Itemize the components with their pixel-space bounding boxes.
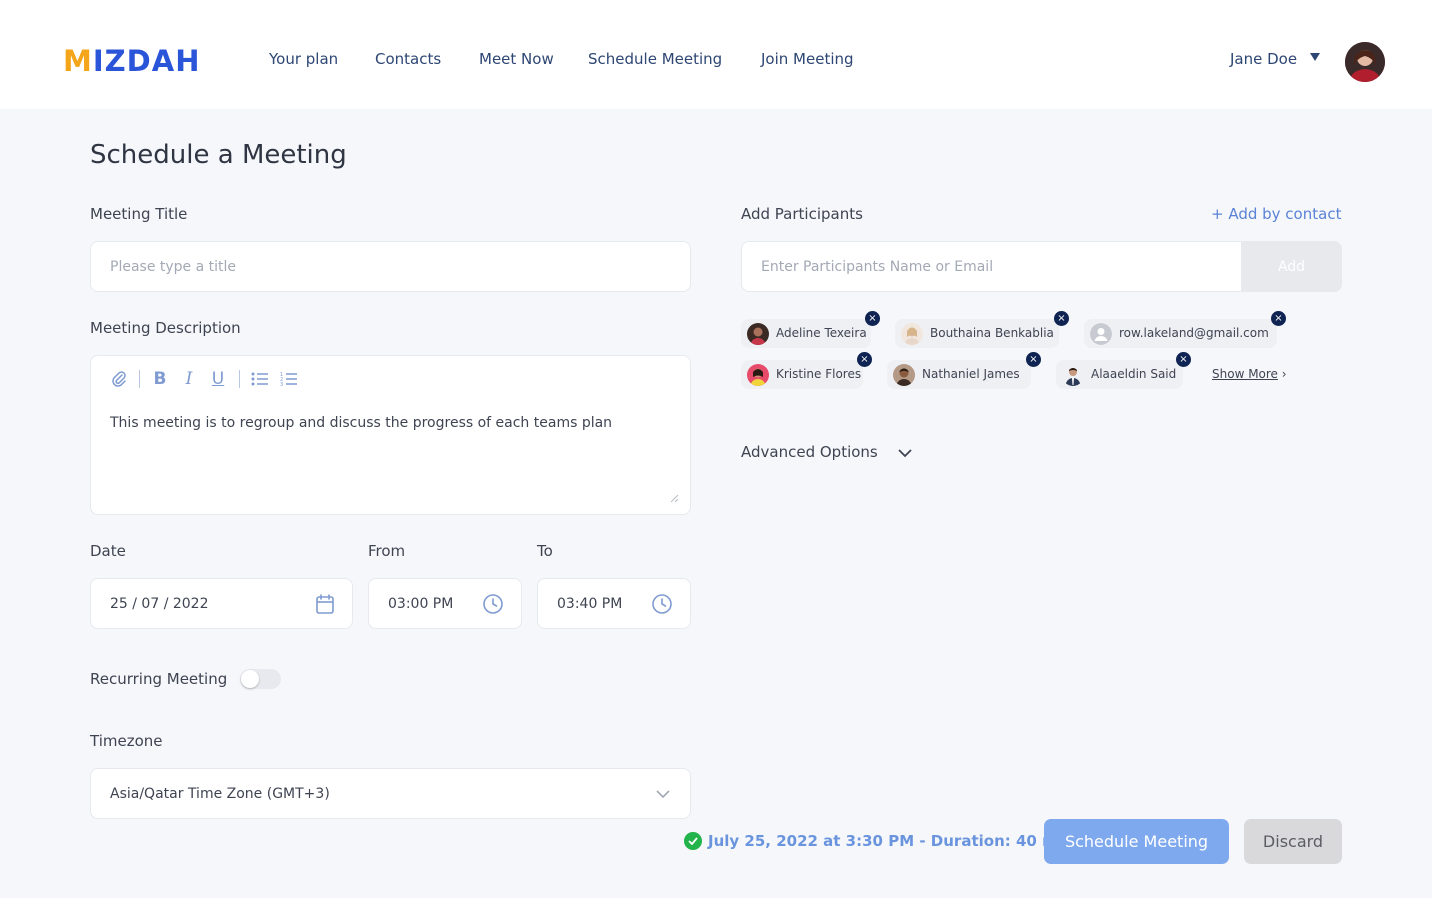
participant-avatar <box>747 323 769 345</box>
bold-icon[interactable]: B <box>150 368 170 390</box>
check-circle-icon <box>684 832 702 850</box>
toolbar-divider <box>139 370 140 388</box>
user-name[interactable]: Jane Doe <box>1230 50 1297 68</box>
from-time-value: 03:00 PM <box>388 595 454 612</box>
participant-chip: Alaaeldin Said × <box>1056 352 1191 389</box>
participant-chip: Kristine Flores × <box>741 352 872 389</box>
meeting-title-input[interactable]: Please type a title <box>90 241 691 292</box>
top-header: M IZDAH Your plan Contacts Meet Now Sched… <box>0 0 1432 109</box>
generic-user-icon <box>1090 323 1112 345</box>
participant-name: Adeline Texeira <box>776 326 867 340</box>
remove-participant-icon[interactable]: × <box>1176 352 1191 367</box>
add-participant-button[interactable]: Add <box>1241 241 1342 292</box>
bullet-list-icon[interactable] <box>250 368 270 390</box>
participant-avatar <box>893 364 915 386</box>
discard-button[interactable]: Discard <box>1244 819 1342 864</box>
clock-icon[interactable] <box>482 593 504 615</box>
participant-chip: Adeline Texeira × <box>741 311 880 348</box>
to-time-input[interactable]: 03:40 PM <box>537 578 691 629</box>
meeting-description-text: This meeting is to regroup and discuss t… <box>110 415 613 431</box>
participant-avatar <box>747 364 769 386</box>
timezone-value: Asia/Qatar Time Zone (GMT+3) <box>110 785 330 802</box>
meeting-summary-text: July 25, 2022 at 3:30 PM - Duration: 40 … <box>708 832 1074 850</box>
remove-participant-icon[interactable]: × <box>1271 311 1286 326</box>
clock-icon[interactable] <box>651 593 673 615</box>
toolbar-divider <box>239 370 240 388</box>
to-label: To <box>537 542 553 560</box>
from-time-input[interactable]: 03:00 PM <box>368 578 522 629</box>
schedule-meeting-button[interactable]: Schedule Meeting <box>1044 819 1229 864</box>
chevron-down-icon <box>898 449 912 458</box>
mizdah-logo[interactable]: M IZDAH <box>63 44 200 78</box>
participant-name: Kristine Flores <box>776 367 862 381</box>
paperclip-icon[interactable] <box>109 368 129 390</box>
participant-chip: row.lakeland@gmail.com × <box>1084 311 1286 348</box>
calendar-icon[interactable] <box>316 594 334 614</box>
meeting-summary: July 25, 2022 at 3:30 PM - Duration: 40 … <box>684 831 1074 851</box>
remove-participant-icon[interactable]: × <box>1026 352 1041 367</box>
toggle-knob <box>241 670 259 688</box>
meeting-description-label: Meeting Description <box>90 319 241 337</box>
svg-text:3: 3 <box>280 382 283 387</box>
participants-input-placeholder: Enter Participants Name or Email <box>761 258 994 275</box>
remove-participant-icon[interactable]: × <box>1054 311 1069 326</box>
participant-email: row.lakeland@gmail.com <box>1119 326 1269 340</box>
timezone-label: Timezone <box>90 732 163 750</box>
remove-participant-icon[interactable]: × <box>857 352 872 367</box>
logo-text: IZDAH <box>92 44 201 78</box>
numbered-list-icon[interactable]: 123 <box>279 368 299 390</box>
participant-chip: Nathaniel James × <box>887 352 1041 389</box>
resize-handle-icon[interactable] <box>667 491 679 503</box>
recurring-meeting-toggle[interactable] <box>240 669 281 689</box>
participant-avatar <box>1062 364 1084 386</box>
underline-icon[interactable]: U <box>208 368 228 390</box>
user-avatar[interactable] <box>1345 42 1385 82</box>
show-more-link[interactable]: Show More › <box>1212 367 1287 381</box>
date-label: Date <box>90 542 126 560</box>
nav-meet-now[interactable]: Meet Now <box>479 50 554 68</box>
to-time-value: 03:40 PM <box>557 595 623 612</box>
meeting-title-placeholder: Please type a title <box>110 258 237 275</box>
participant-name: Bouthaina Benkablia <box>930 326 1054 340</box>
participant-name: Nathaniel James <box>922 367 1020 381</box>
chevron-right-icon: › <box>1281 367 1287 381</box>
from-label: From <box>368 542 406 560</box>
add-by-contact-link[interactable]: + Add by contact <box>1211 205 1341 223</box>
participant-chip: Bouthaina Benkablia × <box>895 311 1069 348</box>
page-title: Schedule a Meeting <box>90 140 347 170</box>
nav-schedule-meeting[interactable]: Schedule Meeting <box>588 50 722 68</box>
add-participants-label: Add Participants <box>741 205 863 223</box>
recurring-meeting-label: Recurring Meeting <box>90 670 228 688</box>
chevron-down-icon <box>656 790 670 799</box>
nav-contacts[interactable]: Contacts <box>375 50 441 68</box>
meeting-title-label: Meeting Title <box>90 205 188 223</box>
advanced-options-toggle[interactable]: Advanced Options <box>741 443 912 461</box>
participant-avatar <box>901 323 923 345</box>
logo-letter-m: M <box>63 44 93 78</box>
show-more-label: Show More <box>1212 367 1278 381</box>
user-menu-caret-icon[interactable] <box>1310 53 1320 61</box>
nav-your-plan[interactable]: Your plan <box>269 50 338 68</box>
timezone-select[interactable]: Asia/Qatar Time Zone (GMT+3) <box>90 768 691 819</box>
remove-participant-icon[interactable]: × <box>865 311 880 326</box>
date-value: 25 / 07 / 2022 <box>110 595 209 612</box>
participants-input[interactable]: Enter Participants Name or Email <box>741 241 1251 292</box>
date-input[interactable]: 25 / 07 / 2022 <box>90 578 353 629</box>
nav-join-meeting[interactable]: Join Meeting <box>761 50 854 68</box>
user-avatar-icon <box>1345 42 1385 82</box>
participant-name: Alaaeldin Said <box>1091 367 1177 381</box>
italic-icon[interactable]: I <box>179 368 199 390</box>
advanced-options-label: Advanced Options <box>741 443 878 461</box>
